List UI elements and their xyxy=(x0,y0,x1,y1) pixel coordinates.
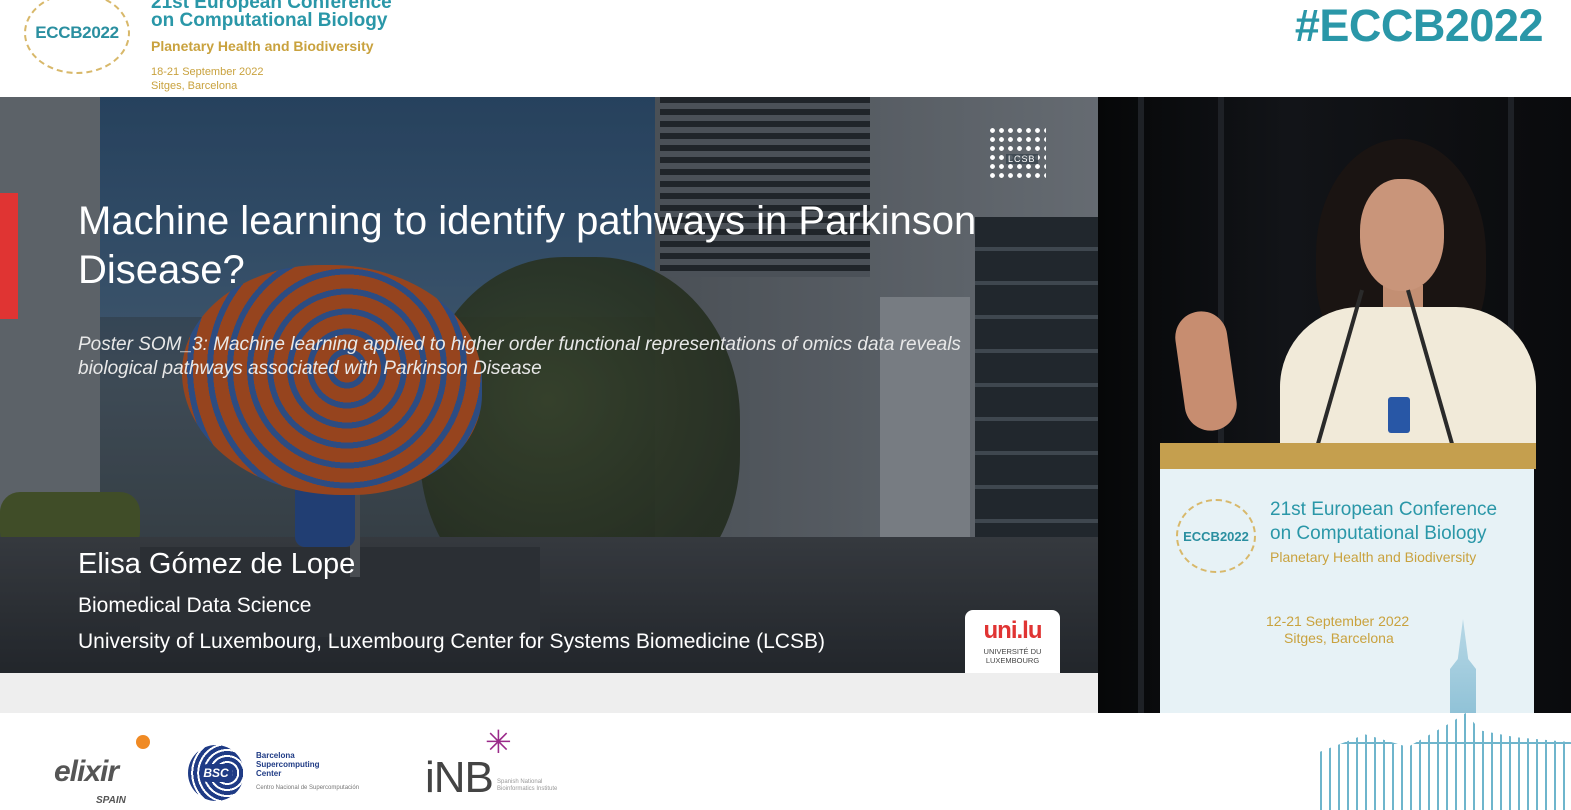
podium-place: Sitges, Barcelona xyxy=(1284,630,1394,646)
podium-eccb-logo: ECCB2022 xyxy=(1176,499,1256,573)
eccb-logo-text: ECCB2022 xyxy=(35,23,119,42)
sitges-skyline-illustration xyxy=(1320,713,1571,810)
sponsor-footer: elixir SPAIN BSC Barcelona Supercomputin… xyxy=(0,713,1571,810)
author-name: Elisa Gómez de Lope xyxy=(78,548,356,580)
conference-place: Sitges, Barcelona xyxy=(151,80,238,92)
bsc-name: Barcelona Supercomputing Center xyxy=(256,751,320,778)
slide-title: Machine learning to identify pathways in… xyxy=(78,199,977,292)
unilu-logo: uni.lu UNIVERSITÉ DU LUXEMBOURG xyxy=(965,610,1060,673)
conference-hashtag: #ECCB2022 xyxy=(1294,0,1544,51)
slide-subtitle: Poster SOM_3: Machine learning applied t… xyxy=(78,334,961,379)
slide-dark-overlay xyxy=(0,97,1098,673)
church-tower-illustration xyxy=(1450,619,1476,713)
lcsb-logo-label: LCSB xyxy=(1006,154,1038,164)
elixir-spain-label: SPAIN xyxy=(96,795,126,806)
inb-logo: iNB xyxy=(425,753,494,802)
elixir-dot-icon xyxy=(136,735,150,749)
podium-title-line1: 21st European Conference xyxy=(1270,499,1498,520)
podium-dates: 12-21 September 2022 xyxy=(1266,613,1410,629)
slide-bottom-strip xyxy=(0,673,1098,713)
podium-top xyxy=(1160,443,1536,469)
podium-title-line2: on Computational Biology xyxy=(1270,523,1487,544)
bsc-logo: BSC xyxy=(188,745,244,801)
inb-star-icon: ✳ xyxy=(485,724,512,760)
presentation-slide: Machine learning to identify pathways in… xyxy=(0,97,1098,673)
conference-subtitle: Planetary Health and Biodiversity xyxy=(151,38,374,54)
bsc-subtitle: Centro Nacional de Supercomputación xyxy=(256,785,360,791)
podium-banner: ECCB2022 21st European Conference on Com… xyxy=(1160,469,1534,713)
drink-can xyxy=(1388,397,1410,433)
author-affiliation: University of Luxembourg, Luxembourg Cen… xyxy=(78,630,825,653)
unilu-logo-mark: uni.lu xyxy=(983,617,1043,644)
unilu-logo-subtitle: UNIVERSITÉ DU LUXEMBOURG xyxy=(983,647,1042,665)
speaker-video: ECCB2022 21st European Conference on Com… xyxy=(1098,97,1571,713)
title-accent-bar xyxy=(0,193,18,319)
conference-header: ECCB2022 21st European Conference on Com… xyxy=(0,0,1571,97)
author-department: Biomedical Data Science xyxy=(78,594,312,617)
podium-logo-text: ECCB2022 xyxy=(1183,528,1249,544)
inb-subtitle: Spanish National Bioinformatics Institut… xyxy=(497,779,558,792)
eccb-logo: ECCB2022 xyxy=(24,0,130,74)
curtain-fold xyxy=(1138,97,1144,713)
speaker-arm xyxy=(1171,307,1241,435)
podium-subtitle: Planetary Health and Biodiversity xyxy=(1270,549,1477,565)
bsc-logo-badge: BSC xyxy=(199,764,233,782)
conference-dates: 18-21 September 2022 xyxy=(151,66,264,78)
speaker-face xyxy=(1360,179,1444,291)
elixir-logo: elixir xyxy=(54,755,119,788)
conference-title-line2: on Computational Biology xyxy=(151,10,388,31)
